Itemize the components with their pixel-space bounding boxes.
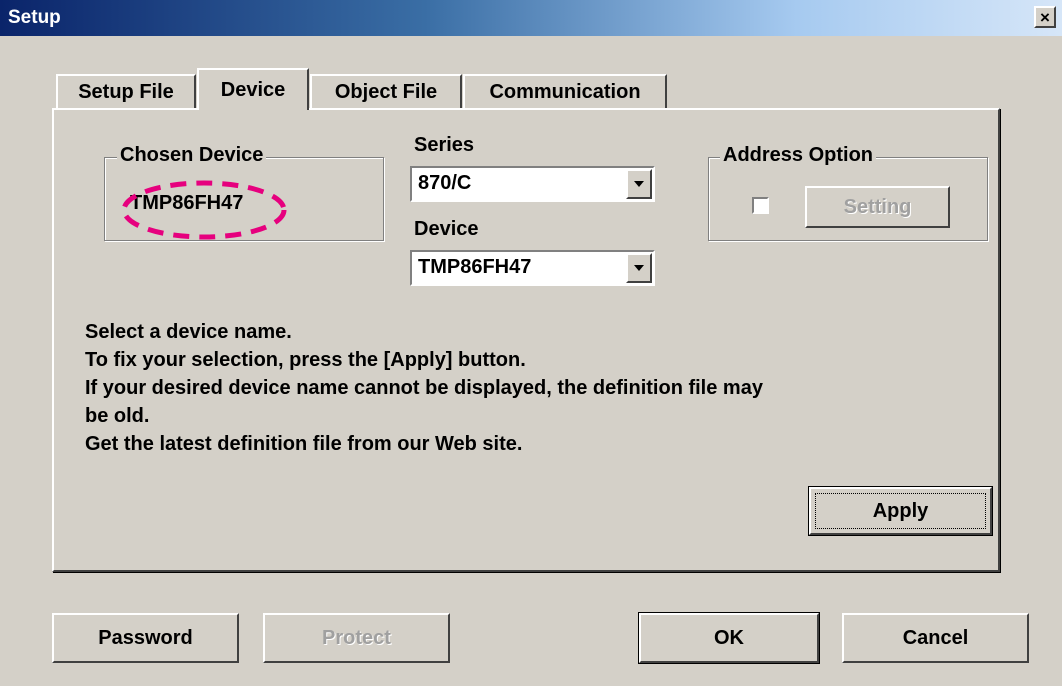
setting-button[interactable]: Setting xyxy=(805,186,950,228)
series-dropdown-button[interactable] xyxy=(626,169,652,199)
instruction-line: To fix your selection, press the [Apply]… xyxy=(85,349,526,371)
tab-label: Device xyxy=(220,78,286,101)
tab-communication[interactable]: Communication xyxy=(463,74,667,108)
instruction-line: Select a device name. xyxy=(85,321,292,343)
chosen-device-legend: Chosen Device xyxy=(117,144,267,167)
tab-label: Communication xyxy=(489,80,641,103)
instruction-line: If your desired device name cannot be di… xyxy=(85,377,763,399)
series-label: Series xyxy=(414,134,475,156)
highlight-ellipse xyxy=(121,180,287,240)
password-button-label: Password xyxy=(98,626,193,649)
apply-button[interactable]: Apply xyxy=(808,486,993,536)
address-option-checkbox[interactable] xyxy=(752,197,769,214)
instruction-line: be old. xyxy=(85,405,150,427)
title-bar[interactable]: Setup × xyxy=(0,0,1062,36)
password-button[interactable]: Password xyxy=(52,613,239,663)
device-select-value: TMP86FH47 xyxy=(418,256,532,278)
tab-setup-file[interactable]: Setup File xyxy=(56,74,196,108)
instructions-text: Select a device name. To fix your select… xyxy=(85,318,985,458)
tab-object-file[interactable]: Object File xyxy=(310,74,462,108)
chevron-down-icon xyxy=(634,181,644,187)
tab-device[interactable]: Device xyxy=(197,68,309,110)
series-select-value: 870/C xyxy=(418,172,472,194)
tab-label: Setup File xyxy=(78,80,174,103)
device-label: Device xyxy=(414,218,479,240)
cancel-button[interactable]: Cancel xyxy=(842,613,1029,663)
protect-button-label: Protect xyxy=(322,626,391,649)
tab-label: Object File xyxy=(334,80,438,103)
device-select[interactable]: TMP86FH47 xyxy=(410,250,655,286)
address-option-legend: Address Option xyxy=(720,144,877,167)
ok-button[interactable]: OK xyxy=(638,612,820,664)
ok-button-label: OK xyxy=(714,626,744,649)
cancel-button-label: Cancel xyxy=(902,626,969,649)
series-select[interactable]: 870/C xyxy=(410,166,655,202)
protect-button[interactable]: Protect xyxy=(263,613,450,663)
instruction-line: Get the latest definition file from our … xyxy=(85,433,523,455)
close-icon: × xyxy=(1040,7,1050,27)
apply-button-label: Apply xyxy=(872,499,929,522)
window-title: Setup xyxy=(8,7,61,28)
device-dropdown-button[interactable] xyxy=(626,253,652,283)
close-button[interactable]: × xyxy=(1034,6,1056,28)
setting-button-label: Setting xyxy=(843,195,912,218)
chevron-down-icon xyxy=(634,265,644,271)
